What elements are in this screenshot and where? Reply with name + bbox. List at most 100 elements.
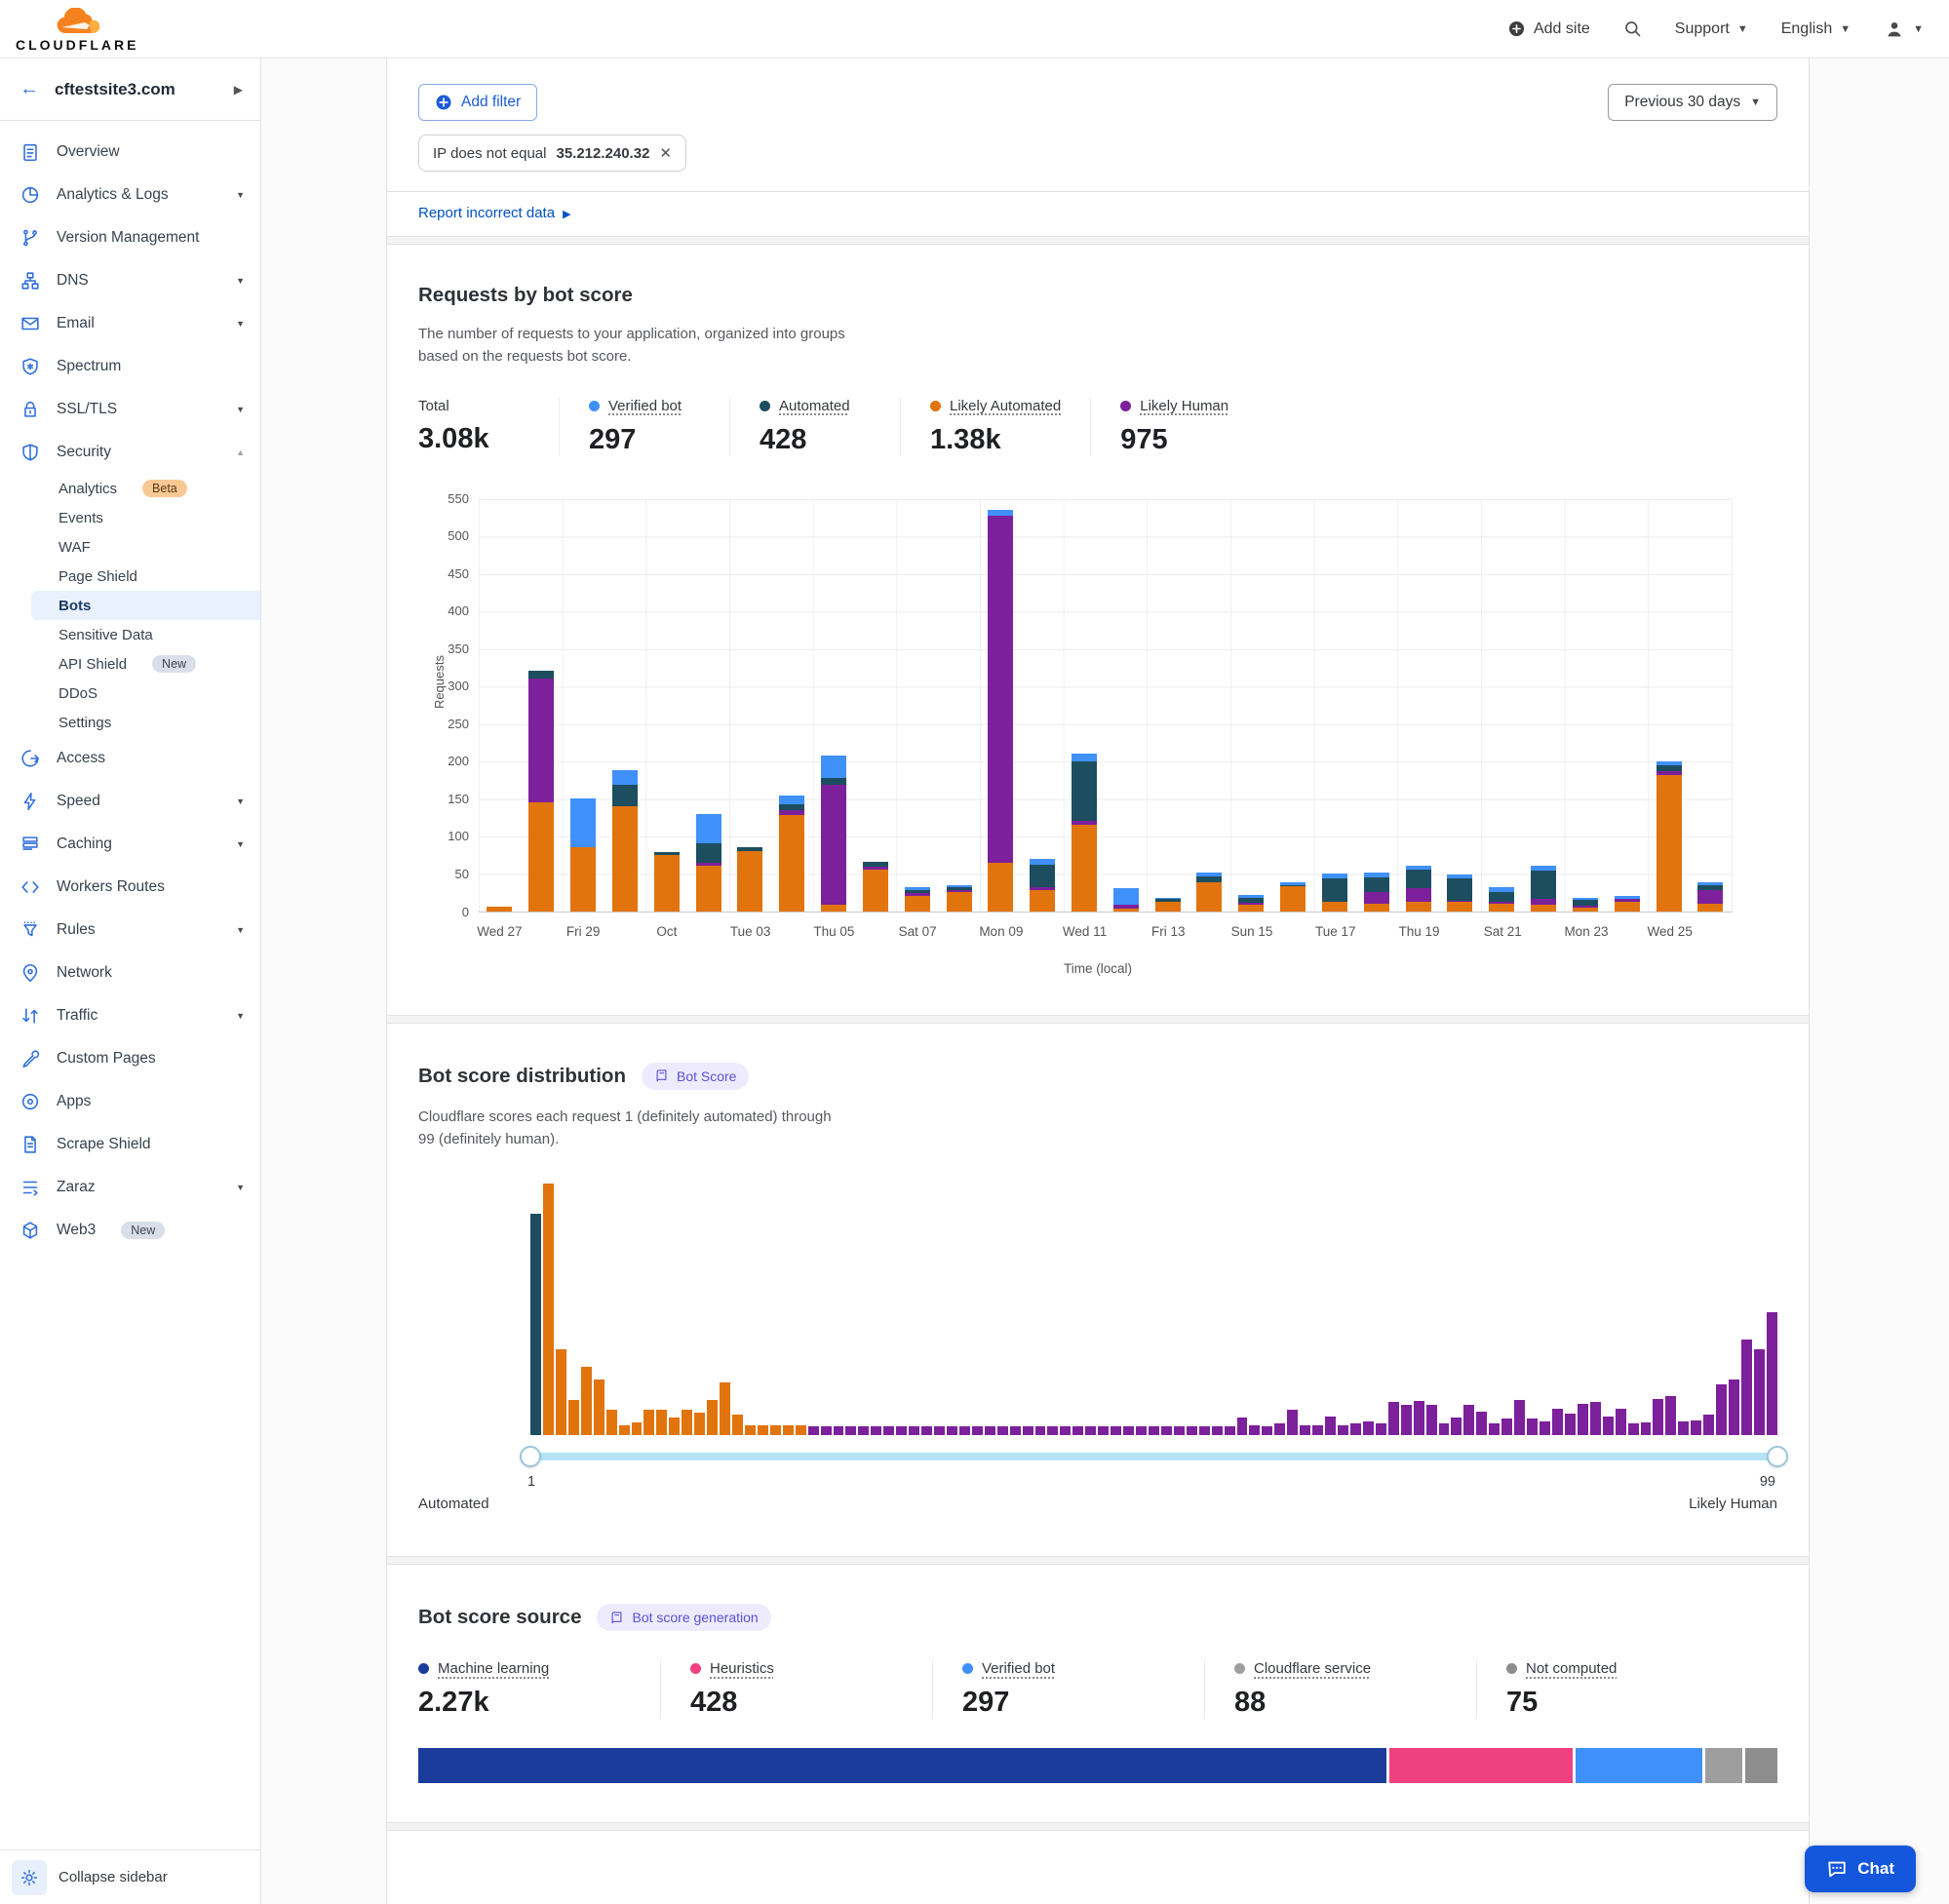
add-site-button[interactable]: Add site: [1507, 19, 1590, 38]
sidebar-item-caching[interactable]: Caching▼: [0, 823, 260, 866]
bar-segment-likely-automated[interactable]: [1072, 825, 1097, 911]
chart-bar[interactable]: [487, 499, 512, 912]
add-filter-button[interactable]: Add filter: [418, 84, 537, 121]
sidebar-item-version-management[interactable]: Version Management: [0, 216, 260, 259]
chart-bar[interactable]: [1030, 499, 1055, 912]
bar-segment-likely-automated[interactable]: [779, 815, 804, 911]
histogram-bar-score-4[interactable]: [568, 1400, 579, 1435]
histogram-bar-score-43[interactable]: [1060, 1426, 1071, 1435]
chart-bar[interactable]: [821, 499, 846, 912]
histogram-bar-score-11[interactable]: [656, 1410, 667, 1435]
sidebar-item-traffic[interactable]: Traffic▼: [0, 994, 260, 1037]
sidebar-item-apps[interactable]: Apps: [0, 1080, 260, 1123]
histogram-bar-score-72[interactable]: [1426, 1405, 1437, 1435]
histogram-bar-score-89[interactable]: [1641, 1422, 1652, 1435]
slider-track[interactable]: [530, 1453, 1777, 1460]
bar-segment-likely-human[interactable]: [1406, 888, 1431, 902]
account-menu[interactable]: ▼: [1884, 19, 1924, 40]
histogram-bar-score-30[interactable]: [896, 1426, 907, 1435]
sidebar-item-bots[interactable]: Bots: [31, 591, 260, 620]
bar-segment-likely-human[interactable]: [528, 679, 554, 802]
bar-segment-likely-automated[interactable]: [612, 806, 638, 912]
histogram-bar-score-70[interactable]: [1401, 1405, 1412, 1435]
histogram-bar-score-29[interactable]: [883, 1426, 894, 1435]
histogram-bar-score-88[interactable]: [1628, 1423, 1639, 1435]
chart-bar[interactable]: [1615, 499, 1640, 912]
histogram-bar-score-91[interactable]: [1665, 1396, 1676, 1435]
bar-segment-likely-human[interactable]: [1697, 890, 1723, 904]
histogram-bar-score-40[interactable]: [1023, 1426, 1033, 1435]
histogram-bar-score-37[interactable]: [985, 1426, 995, 1435]
bar-segment-automated[interactable]: [1364, 877, 1389, 892]
language-menu[interactable]: English▼: [1781, 20, 1851, 38]
bar-segment-likely-automated[interactable]: [1447, 902, 1472, 911]
bar-segment-likely-automated[interactable]: [1196, 882, 1222, 911]
histogram-bar-score-42[interactable]: [1047, 1426, 1058, 1435]
bar-segment-likely-automated[interactable]: [1322, 902, 1347, 911]
histogram-bar-score-38[interactable]: [997, 1426, 1008, 1435]
histogram-bar-score-85[interactable]: [1590, 1402, 1601, 1435]
histogram-bar-score-13[interactable]: [682, 1410, 692, 1435]
bar-segment-automated[interactable]: [528, 671, 554, 679]
histogram-bar-score-54[interactable]: [1199, 1426, 1210, 1435]
source-segment-heuristics[interactable]: [1389, 1748, 1572, 1783]
histogram-bar-score-18[interactable]: [745, 1425, 756, 1435]
chart-bar[interactable]: [1447, 499, 1472, 912]
bar-segment-verified-bot[interactable]: [821, 756, 846, 778]
bar-segment-likely-automated[interactable]: [696, 866, 721, 911]
histogram-bar-score-19[interactable]: [758, 1425, 768, 1435]
chat-button[interactable]: Chat: [1805, 1846, 1916, 1892]
chart-bar[interactable]: [988, 499, 1013, 912]
chart-bar[interactable]: [1280, 499, 1306, 912]
sidebar-item-settings[interactable]: Settings: [0, 708, 260, 737]
histogram-bar-score-56[interactable]: [1225, 1426, 1235, 1435]
sidebar-item-spectrum[interactable]: Spectrum: [0, 345, 260, 388]
chart-bar[interactable]: [1322, 499, 1347, 912]
histogram-bar-score-10[interactable]: [643, 1410, 654, 1435]
slider-handle-max[interactable]: [1767, 1446, 1788, 1467]
histogram-bar-score-7[interactable]: [606, 1410, 617, 1435]
histogram-bar-score-5[interactable]: [581, 1367, 592, 1435]
bar-segment-likely-automated[interactable]: [737, 851, 762, 912]
chart-bar[interactable]: [779, 499, 804, 912]
sidebar-item-web3[interactable]: Web3New: [0, 1209, 260, 1252]
histogram-bar-score-86[interactable]: [1603, 1417, 1614, 1435]
sidebar-item-ddos[interactable]: DDoS: [0, 679, 260, 708]
bar-segment-likely-automated[interactable]: [1280, 886, 1306, 911]
histogram-bar-score-16[interactable]: [720, 1382, 730, 1435]
collapse-sidebar-button[interactable]: Collapse sidebar: [58, 1869, 168, 1885]
histogram-bar-score-58[interactable]: [1249, 1425, 1260, 1435]
chart-bar[interactable]: [1573, 499, 1598, 912]
histogram-bar-score-81[interactable]: [1540, 1421, 1550, 1435]
histogram-bar-score-21[interactable]: [783, 1425, 794, 1435]
sidebar-item-events[interactable]: Events: [0, 503, 260, 532]
source-segment-verified-bot[interactable]: [1576, 1748, 1702, 1783]
histogram-bar-score-35[interactable]: [959, 1426, 970, 1435]
slider-handle-min[interactable]: [520, 1446, 541, 1467]
bar-segment-verified-bot[interactable]: [779, 796, 804, 804]
histogram-bar-score-94[interactable]: [1703, 1415, 1714, 1435]
histogram-bar-score-74[interactable]: [1451, 1418, 1462, 1435]
histogram-bar-score-14[interactable]: [694, 1413, 705, 1435]
histogram-bar-score-57[interactable]: [1237, 1418, 1248, 1435]
sidebar-item-rules[interactable]: Rules▼: [0, 909, 260, 952]
search-button[interactable]: [1623, 19, 1642, 38]
support-menu[interactable]: Support▼: [1675, 20, 1748, 38]
histogram-bar-score-22[interactable]: [796, 1425, 806, 1435]
histogram-bar-score-61[interactable]: [1287, 1410, 1298, 1435]
histogram-bar-score-3[interactable]: [556, 1349, 566, 1435]
sidebar-item-workers-routes[interactable]: Workers Routes: [0, 866, 260, 909]
bar-segment-verified-bot[interactable]: [1072, 754, 1097, 761]
sidebar-item-speed[interactable]: Speed▼: [0, 780, 260, 823]
sidebar-item-analytics[interactable]: AnalyticsBeta: [0, 474, 260, 503]
bar-segment-likely-automated[interactable]: [863, 870, 888, 911]
histogram-bar-score-87[interactable]: [1616, 1409, 1626, 1435]
histogram-bar-score-36[interactable]: [972, 1426, 983, 1435]
bot-score-generation-badge[interactable]: Bot score generation: [597, 1604, 770, 1631]
source-segment-machine-learning[interactable]: [418, 1748, 1386, 1783]
histogram-bar-score-77[interactable]: [1489, 1423, 1500, 1435]
sidebar-item-email[interactable]: Email▼: [0, 302, 260, 345]
bar-segment-likely-automated[interactable]: [1155, 902, 1181, 911]
bar-segment-automated[interactable]: [821, 778, 846, 786]
chart-bar[interactable]: [1364, 499, 1389, 912]
